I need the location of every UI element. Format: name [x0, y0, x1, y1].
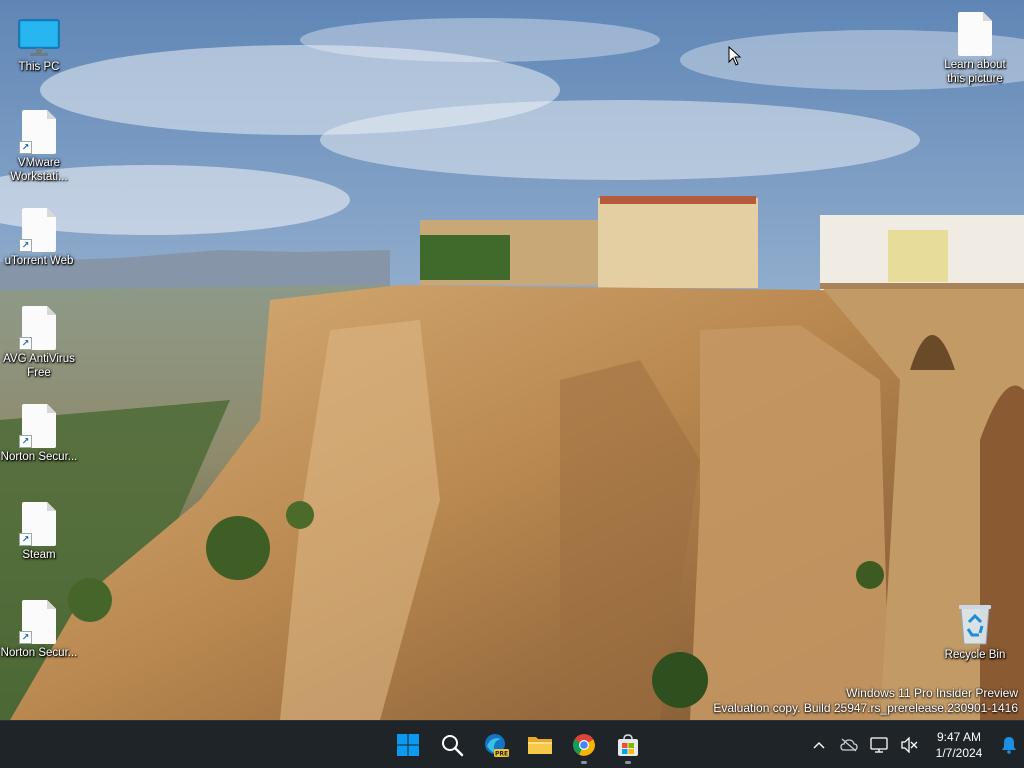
document-shortcut-icon: ↗	[17, 302, 61, 350]
desktop-icon-label: Learn about this picture	[944, 59, 1006, 85]
desktop-icon-label: Steam	[22, 549, 56, 561]
desktop-icon-this-pc[interactable]: This PC	[0, 10, 78, 74]
document-shortcut-icon: ↗	[17, 400, 61, 448]
windows-start-icon	[397, 734, 419, 756]
desktop-icon-vmware-workstation[interactable]: ↗ VMware Workstati...	[0, 106, 78, 184]
microsoft-store-button[interactable]	[606, 723, 650, 767]
recycle-bin-icon	[953, 598, 997, 646]
watermark-build: Evaluation copy. Build 25947.rs_prerelea…	[713, 701, 1018, 715]
desktop-wallpaper	[0, 0, 1024, 720]
computer-monitor-icon	[17, 10, 61, 58]
bell-icon	[1002, 737, 1016, 754]
desktop-icon-norton-security-1[interactable]: ↗ Norton Secur...	[0, 400, 78, 464]
desktop-icon-utorrent-web[interactable]: ↗ uTorrent Web	[0, 204, 78, 268]
show-hidden-icons-button[interactable]	[804, 725, 834, 765]
clock-date: 1/7/2024	[935, 746, 983, 760]
document-icon	[953, 8, 997, 56]
desktop-icon-recycle-bin[interactable]: Recycle Bin	[936, 598, 1014, 662]
clock-button[interactable]: 9:47 AM 1/7/2024	[924, 729, 994, 761]
system-tray: 9:47 AM 1/7/2024	[804, 721, 1024, 768]
svg-text:PRE: PRE	[495, 750, 508, 757]
network-button[interactable]	[864, 725, 894, 765]
windows-watermark: Windows 11 Pro Insider Preview Evaluatio…	[713, 686, 1018, 716]
document-shortcut-icon: ↗	[17, 106, 61, 154]
chevron-up-icon	[813, 742, 825, 749]
document-shortcut-icon: ↗	[17, 596, 61, 644]
folder-icon	[528, 737, 552, 754]
clock-time: 9:47 AM	[936, 730, 982, 744]
onedrive-button[interactable]	[834, 725, 864, 765]
search-button[interactable]	[430, 723, 474, 767]
network-icon	[870, 737, 888, 753]
running-indicator	[581, 761, 587, 764]
desktop-icon-label: This PC	[18, 61, 60, 73]
file-explorer-button[interactable]	[518, 723, 562, 767]
watermark-edition: Windows 11 Pro Insider Preview	[846, 686, 1018, 700]
desktop-icon-norton-security-2[interactable]: ↗ Norton Secur...	[0, 596, 78, 660]
desktop-icon-label: Norton Secur...	[0, 647, 78, 659]
search-icon	[442, 735, 464, 757]
desktop-icon-label: Recycle Bin	[944, 649, 1006, 661]
cloud-offline-icon	[840, 738, 858, 752]
store-icon	[618, 734, 638, 756]
start-button[interactable]	[386, 723, 430, 767]
chrome-icon	[573, 734, 595, 756]
taskbar-apps: PRE	[386, 721, 650, 768]
desktop-icon-label: AVG AntiVirus Free	[3, 353, 75, 379]
volume-button[interactable]	[894, 725, 924, 765]
chrome-button[interactable]	[562, 723, 606, 767]
edge-pre-icon: PRE	[485, 734, 509, 757]
notifications-button[interactable]	[994, 725, 1024, 765]
volume-muted-icon	[901, 737, 918, 753]
document-shortcut-icon: ↗	[17, 204, 61, 252]
mouse-pointer-icon	[728, 45, 742, 71]
desktop-icon-avg-antivirus[interactable]: ↗ AVG AntiVirus Free	[0, 302, 78, 380]
edge-preview-button[interactable]: PRE	[474, 723, 518, 767]
desktop-icon-learn-about-picture[interactable]: Learn about this picture	[936, 8, 1014, 86]
desktop-icon-label: uTorrent Web	[4, 255, 74, 267]
desktop-icon-label: Norton Secur...	[0, 451, 78, 463]
document-shortcut-icon: ↗	[17, 498, 61, 546]
running-indicator	[625, 761, 631, 764]
desktop-icon-steam[interactable]: ↗ Steam	[0, 498, 78, 562]
desktop-icon-label: VMware Workstati...	[10, 157, 68, 183]
taskbar: PRE 9:47 AM 1/7/2024	[0, 720, 1024, 768]
